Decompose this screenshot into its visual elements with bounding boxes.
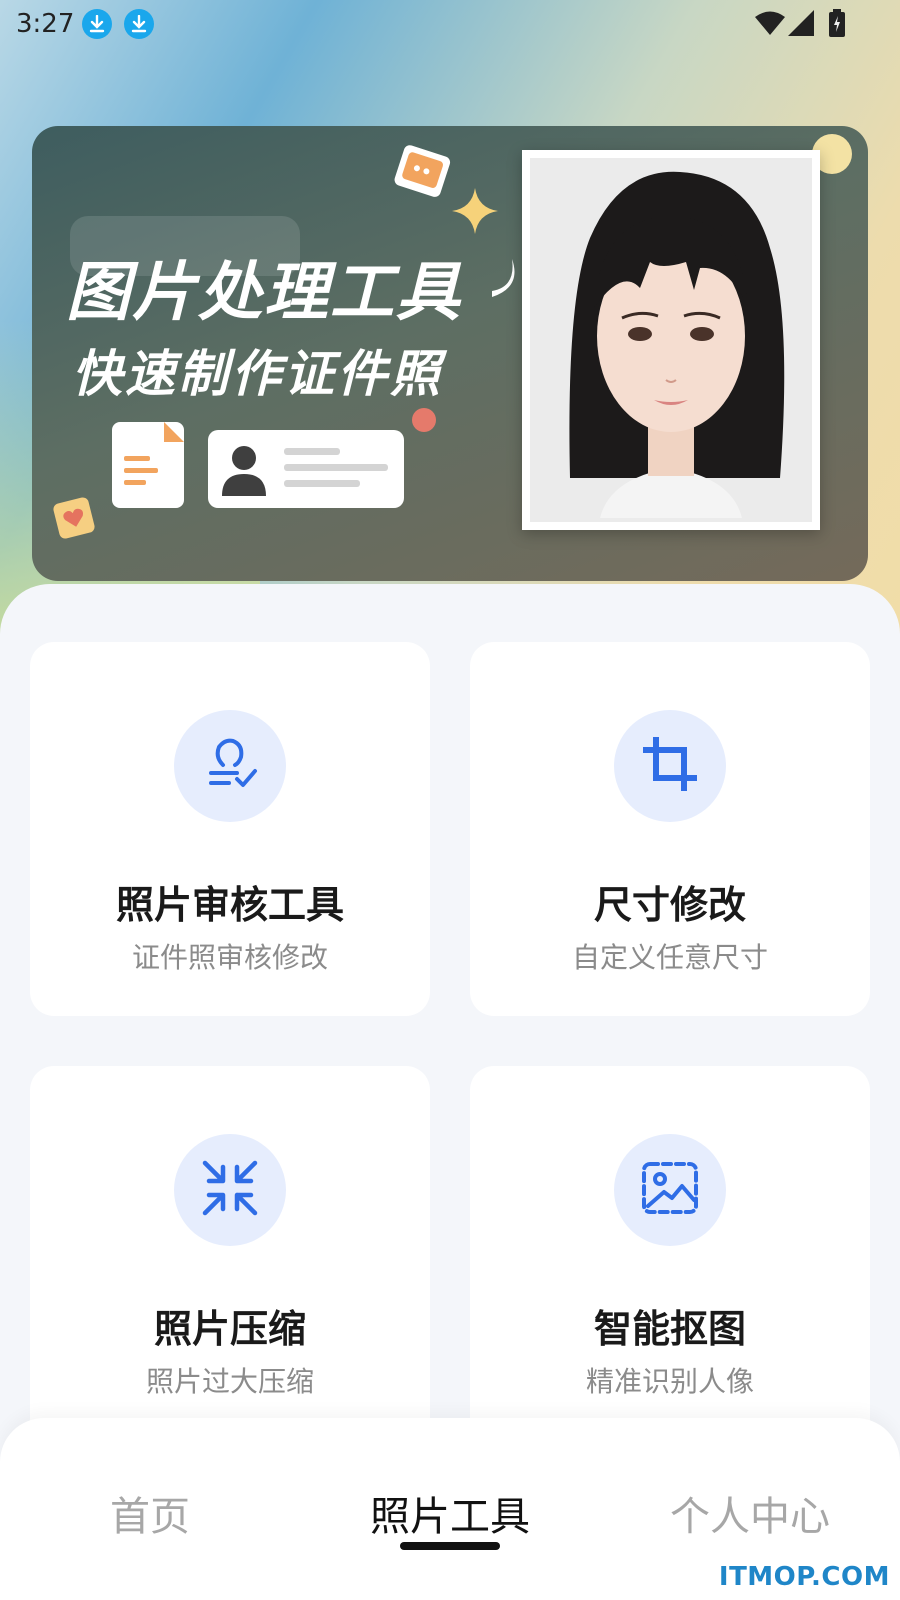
id-photo-frame — [522, 150, 820, 530]
download-icon — [82, 9, 112, 39]
swoosh-icon — [482, 251, 522, 305]
wifi-icon — [755, 10, 785, 40]
tool-card-photo-review[interactable]: 照片审核工具 证件照审核修改 — [30, 642, 430, 1016]
nav-photo-tools[interactable]: 照片工具 — [330, 1484, 570, 1542]
nav-active-indicator — [400, 1542, 500, 1550]
tool-desc: 照片过大压缩 — [145, 1365, 314, 1398]
status-bar: 3:27 — [0, 0, 900, 48]
review-stamp-icon — [201, 735, 259, 797]
nav-profile[interactable]: 个人中心 — [630, 1484, 870, 1542]
tool-title: 照片审核工具 — [115, 883, 344, 927]
tool-card-compress[interactable]: 照片压缩 照片过大压缩 — [30, 1066, 430, 1446]
sparkle-icon — [452, 188, 498, 238]
battery-icon — [828, 9, 846, 41]
banner-title: 图片处理工具 — [66, 256, 462, 330]
tool-title: 尺寸修改 — [593, 883, 746, 927]
tool-icon-bg — [614, 1134, 726, 1246]
promo-banner[interactable]: 图片处理工具 快速制作证件照 — [32, 126, 868, 581]
tool-icon-bg — [614, 710, 726, 822]
bottom-nav: 首页 照片工具 个人中心 ITMOP.COM — [0, 1418, 900, 1600]
status-time: 3:27 — [16, 9, 75, 39]
tool-desc: 精准识别人像 — [585, 1365, 754, 1398]
banner-subtitle: 快速制作证件照 — [72, 345, 443, 403]
tool-icon-bg — [174, 710, 286, 822]
image-cutout-icon — [640, 1160, 700, 1220]
nav-home[interactable]: 首页 — [30, 1484, 270, 1542]
id-photo-portrait — [530, 158, 812, 522]
id-card-icon — [208, 430, 404, 508]
tool-desc: 自定义任意尺寸 — [571, 941, 768, 974]
document-icon — [112, 422, 184, 508]
tool-title: 智能抠图 — [593, 1307, 746, 1351]
tool-title: 照片压缩 — [153, 1307, 306, 1351]
crop-icon — [642, 736, 698, 796]
tool-desc: 证件照审核修改 — [131, 941, 328, 974]
compress-icon — [201, 1159, 259, 1221]
tool-card-resize[interactable]: 尺寸修改 自定义任意尺寸 — [470, 642, 870, 1016]
download-icon — [124, 9, 154, 39]
tag-sticker-icon — [392, 144, 452, 204]
tool-card-cutout[interactable]: 智能抠图 精准识别人像 — [470, 1066, 870, 1446]
decor-dot — [412, 408, 436, 432]
tool-icon-bg — [174, 1134, 286, 1246]
watermark: ITMOP.COM — [718, 1562, 890, 1592]
signal-icon — [788, 10, 814, 40]
heart-sticker-icon — [52, 496, 96, 544]
